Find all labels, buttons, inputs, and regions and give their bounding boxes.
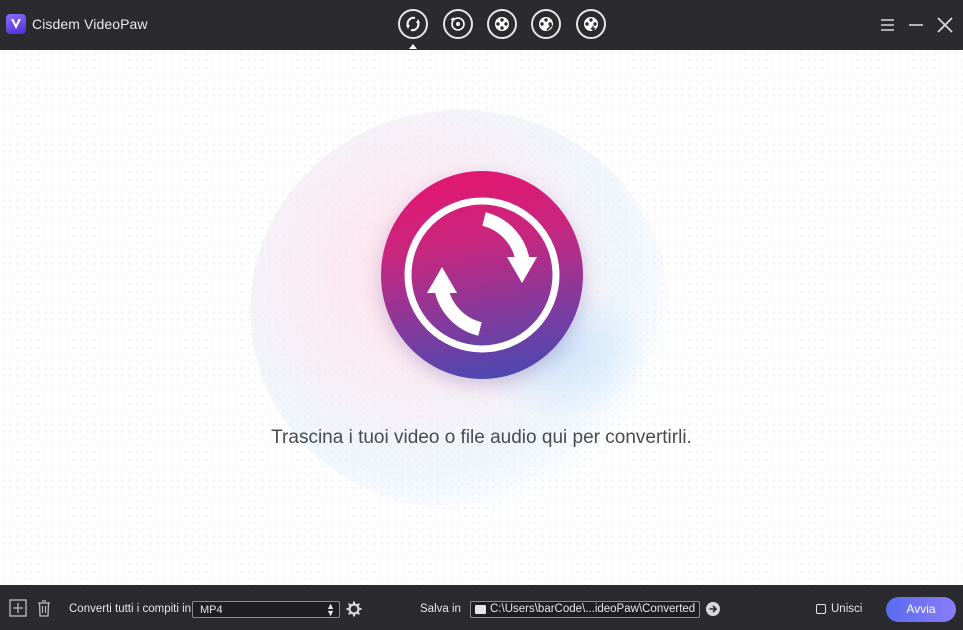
output-format-value: MP4 [200, 604, 223, 616]
arrow-right-circle-icon [706, 602, 720, 616]
tab-video-tool-3[interactable] [576, 9, 606, 39]
minimize-button[interactable] [905, 14, 927, 36]
active-tab-indicator [409, 44, 417, 49]
title-bar: Cisdem VideoPaw [0, 0, 963, 51]
close-button[interactable] [934, 14, 956, 36]
format-settings-button[interactable] [345, 600, 363, 618]
gear-icon [346, 601, 362, 617]
start-button[interactable]: Avvia [886, 597, 956, 622]
menu-icon [881, 19, 894, 31]
add-button[interactable] [9, 599, 27, 617]
close-icon [937, 17, 953, 33]
select-arrows-icon: ▲ ▼ [326, 601, 335, 618]
convert-all-label: Converti tutti i compiti in [69, 603, 192, 615]
app-logo-icon [6, 14, 26, 34]
film-reel-download-icon [584, 17, 598, 31]
output-path-field[interactable]: C:\Users\barCode\...ideoPaw\Converted [470, 601, 700, 618]
tab-video-tool-2[interactable] [531, 9, 561, 39]
add-files-button[interactable] [381, 171, 583, 379]
disc-convert-icon [450, 17, 465, 31]
minimize-icon [909, 24, 923, 26]
tab-converter[interactable] [398, 9, 428, 39]
convert-icon [406, 16, 420, 32]
convert-icon [404, 197, 560, 353]
trash-icon [38, 600, 50, 617]
film-reel-icon [495, 17, 509, 31]
tab-dvd-converter[interactable] [443, 9, 473, 39]
output-path-value: C:\Users\barCode\...ideoPaw\Converted [490, 603, 696, 615]
tab-video-tool[interactable] [487, 9, 517, 39]
save-in-label: Salva in [420, 603, 461, 615]
merge-label: Unisci [831, 603, 863, 615]
menu-button[interactable] [877, 14, 899, 36]
folder-icon [475, 605, 486, 614]
app-title: Cisdem VideoPaw [32, 16, 148, 32]
open-folder-button[interactable] [705, 601, 723, 619]
drop-instruction: Trascina i tuoi video o file audio qui p… [271, 427, 692, 448]
film-reel-edit-icon [539, 17, 553, 31]
add-icon [9, 599, 27, 617]
merge-checkbox[interactable] [816, 604, 826, 614]
drop-zone[interactable]: Trascina i tuoi video o file audio qui p… [0, 50, 963, 585]
delete-button[interactable] [35, 599, 53, 617]
output-format-select[interactable]: MP4 ▲ ▼ [192, 601, 340, 618]
bottom-bar: Converti tutti i compiti in MP4 ▲ ▼ Salva… [0, 585, 963, 630]
